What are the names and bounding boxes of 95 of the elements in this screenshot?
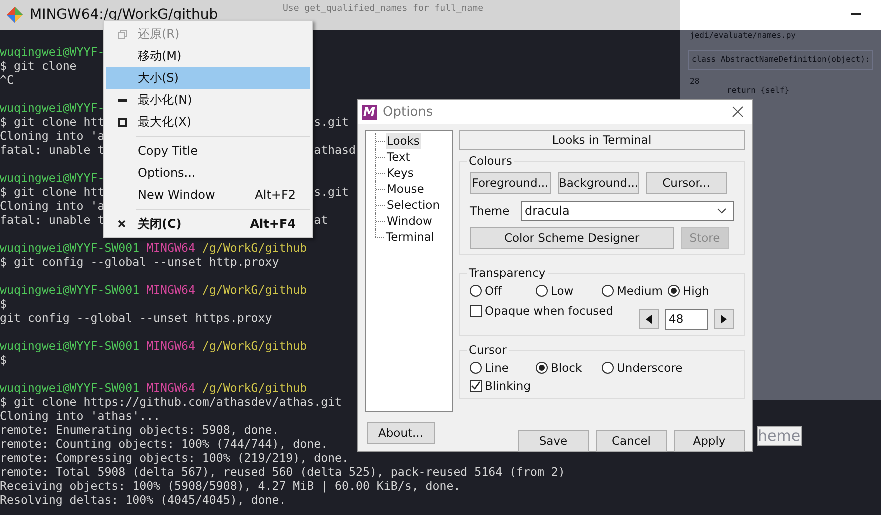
maximize-icon (118, 118, 126, 126)
prompt-shell: MINGW64 (146, 381, 196, 395)
colour-button[interactable]: Cursor... (646, 172, 727, 194)
menu-item[interactable]: 最小化(N) (106, 89, 310, 111)
background-hint: Use get_qualified_names for full_name (283, 4, 484, 14)
prompt-shell: MINGW64 (146, 241, 196, 255)
terminal-line: Cloning into 'athas'... (0, 409, 161, 423)
prompt-path: /g/WorkG/github (202, 339, 308, 353)
menu-item[interactable]: 移动(M) (106, 45, 310, 67)
tree-item[interactable]: Text (386, 149, 412, 165)
decrease-button[interactable] (639, 309, 659, 329)
theme-label: Theme (470, 204, 511, 218)
radio-option[interactable]: Medium (602, 284, 668, 298)
transparency-field[interactable]: 48 (665, 309, 708, 330)
prompt-user: wuqingwei@WYYF- (0, 171, 105, 185)
background-heading: heme (757, 426, 802, 446)
menu-item[interactable]: 关闭(C) Alt+F4 (106, 213, 310, 235)
group-title: Colours (467, 154, 514, 168)
about-button[interactable]: About... (367, 422, 435, 444)
right-triangle-icon (721, 314, 727, 324)
radio-option[interactable]: High (668, 284, 734, 298)
terminal-line: Resolving deltas: 100% (4045/4045), done. (0, 493, 286, 507)
terminal-line: Receiving objects: 100% (5908/5908), 4.27 MiB | 60.00 KiB/s, done. (0, 479, 461, 493)
left-triangle-icon (646, 314, 652, 324)
page-heading: Looks in Terminal (459, 130, 745, 150)
terminal-line: $ git clone https://github.com/athasdev/athas.git (0, 395, 342, 409)
window-title: MINGW64:/g/WorkG/github (30, 7, 218, 23)
increase-button[interactable] (714, 309, 734, 329)
group-title: Transparency (467, 266, 548, 280)
menu-item[interactable]: New Window Alt+F2 (106, 184, 310, 206)
apply-button[interactable]: Apply (674, 430, 745, 452)
tree-item[interactable]: Window (386, 213, 434, 229)
dialog-title: Options (383, 104, 434, 120)
terminal-line: git config --global --unset https.proxy (0, 311, 272, 325)
cancel-button[interactable]: Cancel (596, 430, 667, 452)
opaque-checkbox[interactable]: Opaque when focused (470, 304, 614, 318)
prompt-user: wuqingwei@WYYF-SW001 (0, 283, 140, 297)
colour-button[interactable]: Background... (558, 172, 639, 194)
terminal-line: $ git clone htt (0, 115, 105, 129)
blinking-checkbox[interactable]: Blinking (470, 379, 734, 393)
terminal-line: remote: Counting objects: 100% (744/744), done. (0, 437, 328, 451)
check-icon (471, 381, 481, 391)
app-logo-icon: M (362, 104, 377, 120)
terminal-line: s.git (314, 185, 349, 199)
minimize-icon (118, 98, 126, 102)
terminal-line: $ git clone htt (0, 185, 105, 199)
terminal-line: remote: Total 5908 (delta 567), reused 560 (delta 525), pack-reused 5164 (from 2) (0, 465, 566, 479)
radio-option[interactable]: Line (470, 361, 536, 375)
terminal-line: s.git (314, 115, 349, 129)
menu-item[interactable]: 大小(S) (106, 67, 310, 89)
prompt-user: wuqingwei@WYYF-SW001 (0, 381, 140, 395)
prompt-user: wuqingwei@WYYF- (0, 45, 105, 59)
theme-dropdown[interactable]: dracula (521, 200, 734, 220)
background-code: 28 (690, 77, 700, 86)
terminal-line: ^C (0, 73, 14, 87)
background-code: jedi/evaluate/names.py (690, 31, 796, 40)
terminal-line: $ (0, 297, 7, 311)
prompt-user: wuqingwei@WYYF-SW001 (0, 241, 140, 255)
tree-item[interactable]: Selection (386, 197, 441, 213)
terminal-line: at (314, 213, 328, 227)
save-button[interactable]: Save (518, 430, 589, 452)
close-icon (118, 220, 126, 228)
diamond-logo-icon (7, 7, 23, 23)
terminal-line: $ git clone (0, 59, 77, 73)
radio-option[interactable]: Block (536, 361, 602, 375)
terminal-line: remote: Compressing objects: 100% (219/219), done. (0, 451, 350, 465)
group-title: Cursor (467, 343, 509, 357)
menu-item[interactable]: Options... (106, 162, 310, 184)
designer-button[interactable]: Color Scheme Designer (470, 227, 674, 249)
tree-item[interactable]: Looks (386, 133, 421, 149)
prompt-shell: MINGW64 (146, 283, 196, 297)
restore-icon (118, 30, 126, 38)
prompt-user: wuqingwei@WYYF-SW001 (0, 339, 140, 353)
menu-item[interactable]: Copy Title (106, 140, 310, 162)
close-icon[interactable] (732, 106, 744, 118)
terminal-line: remote: Enumerating objects: 5908, done. (0, 423, 280, 437)
terminal-line: athasd (314, 143, 356, 157)
terminal-line: $ (0, 353, 7, 367)
radio-option[interactable]: Underscore (602, 361, 683, 375)
background-code: class AbstractNameDefinition(object): (692, 55, 870, 64)
radio-option[interactable]: Off (470, 284, 536, 298)
prompt-user: wuqingwei@WYYF- (0, 101, 105, 115)
chevron-down-icon (717, 208, 727, 214)
terminal-line: $ git config --global --unset http.proxy (0, 255, 280, 269)
prompt-path: /g/WorkG/github (202, 381, 308, 395)
radio-option[interactable]: Low (536, 284, 602, 298)
colour-button[interactable]: Foreground... (470, 172, 551, 194)
prompt-path: /g/WorkG/github (202, 241, 308, 255)
tree-item[interactable]: Keys (386, 165, 415, 181)
prompt-shell: MINGW64 (146, 339, 196, 353)
prompt-path: /g/WorkG/github (202, 283, 308, 297)
tree-item[interactable]: Mouse (386, 181, 426, 197)
background-code: return {self} (727, 86, 790, 95)
menu-item[interactable]: 最大化(X) (106, 111, 310, 133)
tree-item[interactable]: Terminal (385, 229, 436, 245)
